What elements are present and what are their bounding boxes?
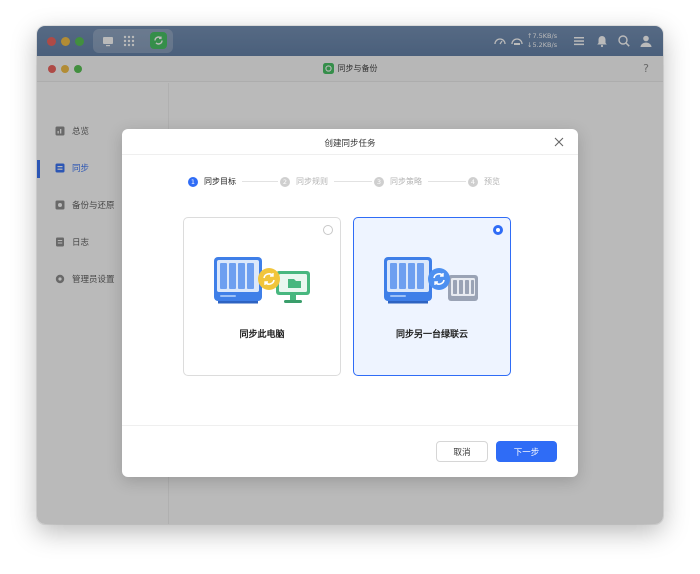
step-number: 2 — [280, 176, 290, 187]
step-label: 同步规则 — [296, 177, 328, 186]
step-label: 预览 — [484, 177, 500, 186]
nas-to-computer-illustration — [214, 257, 310, 304]
step-number: 4 — [468, 176, 478, 187]
dialog-footer-divider — [122, 425, 578, 426]
dialog-title: 创建同步任务 — [324, 139, 376, 149]
option-radio[interactable] — [323, 225, 333, 235]
option-sync-another-nas[interactable]: 同步另一台绿联云 — [353, 217, 511, 376]
option-label: 同步另一台绿联云 — [395, 330, 468, 340]
next-step-button[interactable]: 下一步 — [496, 441, 557, 462]
step-connector — [334, 181, 372, 182]
step-number: 3 — [374, 176, 384, 187]
step-sync-rules: 2 同步规则 — [280, 176, 328, 187]
option-sync-this-computer[interactable]: 同步此电脑 — [183, 217, 341, 376]
nas-to-nas-illustration — [384, 257, 478, 304]
step-connector — [428, 181, 466, 182]
step-label: 同步策略 — [390, 177, 422, 186]
option-radio-selected[interactable] — [493, 225, 503, 235]
step-sync-strategy: 3 同步策略 — [374, 176, 422, 187]
step-connector — [242, 181, 278, 182]
create-sync-task-dialog: 创建同步任务 1 同步目标 2 同步规则 3 同步策略 4 预览 同步此电脑 同… — [122, 129, 578, 477]
step-number: 1 — [188, 176, 198, 187]
dialog-header: 创建同步任务 — [122, 129, 578, 155]
step-preview: 4 预览 — [468, 176, 500, 187]
step-label: 同步目标 — [204, 177, 236, 186]
option-label: 同步此电脑 — [239, 330, 285, 340]
step-sync-target: 1 同步目标 — [188, 176, 236, 187]
cancel-button[interactable]: 取消 — [436, 441, 488, 462]
close-icon[interactable] — [554, 137, 564, 147]
